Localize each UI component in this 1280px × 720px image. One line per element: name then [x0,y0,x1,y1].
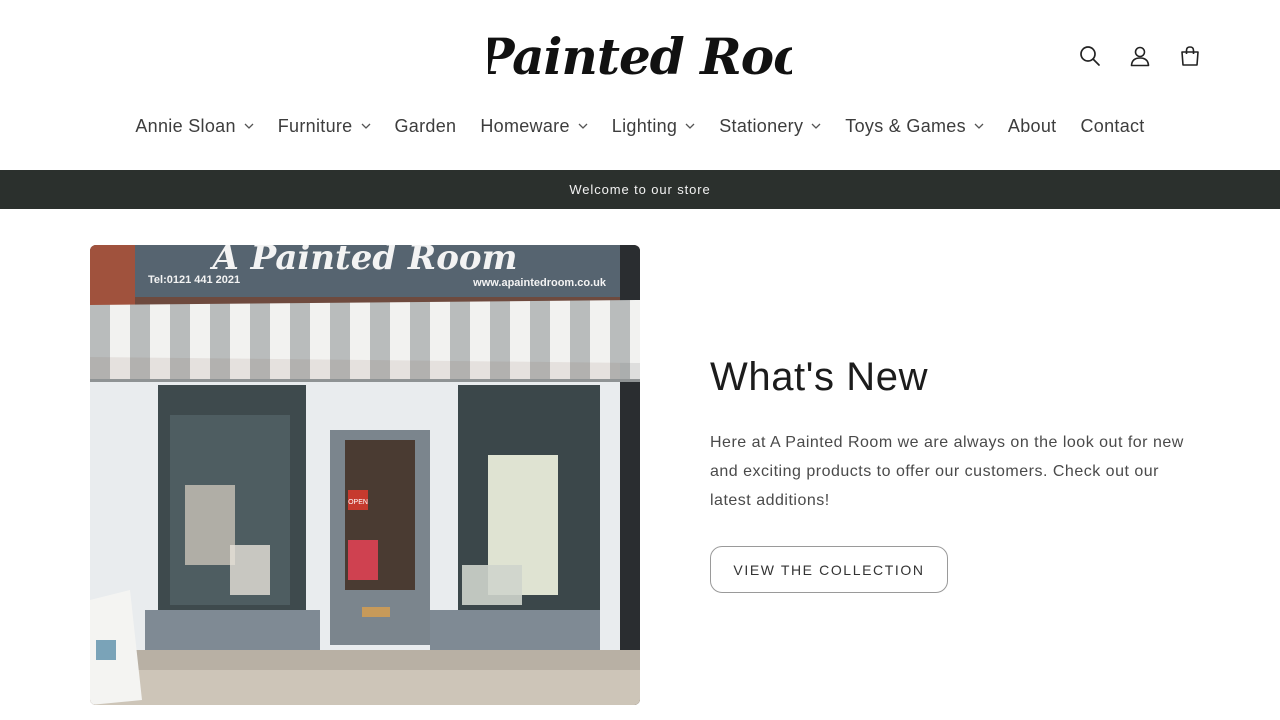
nav-item-toys-games[interactable]: Toys & Games [833,116,996,137]
nav-item-about[interactable]: About [996,116,1069,137]
door-open-sign: OPEN [348,499,368,506]
storefront-image: A Painted Room Tel:0121 441 2021 www.apa… [90,245,640,705]
nav-item-contact[interactable]: Contact [1068,116,1156,137]
sign-website: www.apaintedroom.co.uk [472,277,607,289]
chevron-down-icon [811,123,821,129]
nav-item-label: Garden [394,115,457,136]
account-icon[interactable] [1122,40,1158,72]
sign-phone: Tel:0121 441 2021 [148,274,240,286]
hero-content: What's New Here at A Painted Room we are… [710,350,1210,593]
logo-wordmark: A Painted Room [488,27,792,86]
cart-icon[interactable] [1172,40,1208,72]
nav-item-label: Contact [1080,115,1145,136]
nav-item-label: Lighting [611,115,678,136]
chevron-down-icon [578,123,588,129]
nav-item-label: Furniture [277,115,353,136]
nav-item-label: About [1007,115,1057,136]
nav-item-annie-sloan[interactable]: Annie Sloan [123,116,265,137]
header-icons [1072,40,1208,72]
nav-item-garden[interactable]: Garden [383,116,469,137]
chevron-down-icon [685,123,695,129]
chevron-down-icon [974,123,984,129]
nav-item-lighting[interactable]: Lighting [600,116,707,137]
nav-item-furniture[interactable]: Furniture [266,116,383,137]
nav-item-stationery[interactable]: Stationery [707,116,833,137]
nav-item-label: Homeware [480,115,570,136]
main-navigation: Annie Sloan Furniture Garden Homeware Li… [0,108,1280,144]
hero-description: Here at A Painted Room we are always on … [710,434,1184,509]
nav-item-label: Annie Sloan [135,115,236,136]
sign-text: A Painted Room [209,245,517,278]
nav-item-label: Stationery [719,115,804,136]
svg-text:A Painted Room: A Painted Room [488,27,792,86]
nav-item-label: Toys & Games [845,115,966,136]
search-icon[interactable] [1072,40,1108,72]
hero-title: What's New [710,355,929,399]
chevron-down-icon [361,123,371,129]
site-header: A Painted Room Annie Sloan Furniture Gar… [0,0,1280,170]
site-logo[interactable]: A Painted Room [488,22,792,88]
chevron-down-icon [244,123,254,129]
announcement-text: Welcome to our store [569,182,711,197]
announcement-bar: Welcome to our store [0,170,1280,209]
nav-item-homeware[interactable]: Homeware [468,116,599,137]
view-collection-button[interactable]: VIEW THE COLLECTION [710,546,948,593]
